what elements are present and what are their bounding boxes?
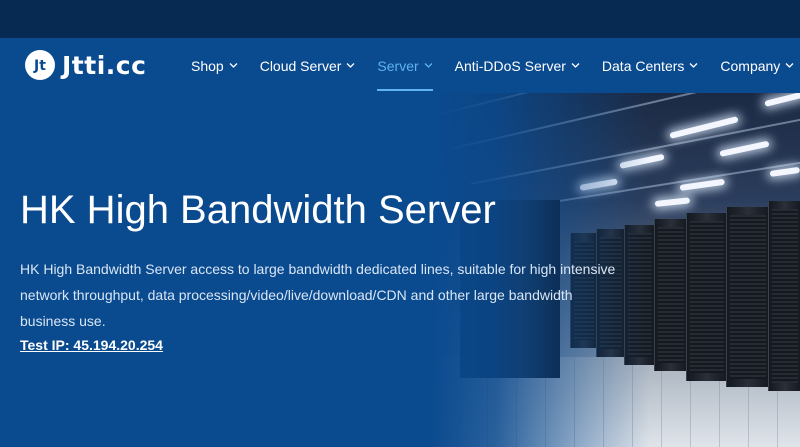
nav-item-company[interactable]: Company — [709, 38, 800, 93]
logo[interactable]: Jt Jtti.cc — [25, 50, 146, 80]
nav-item-shop[interactable]: Shop — [180, 38, 249, 93]
hero-title: HK High Bandwidth Server — [20, 188, 496, 232]
chevron-down-icon — [785, 61, 794, 70]
logo-text: Jtti.cc — [62, 50, 147, 80]
svg-text:Jt: Jt — [33, 58, 46, 74]
nav-item-cloud-server[interactable]: Cloud Server — [249, 38, 367, 93]
nav-item-label: Shop — [191, 57, 224, 74]
nav-item-label: Cloud Server — [259, 57, 342, 74]
nav-item-anti-ddos-server[interactable]: Anti-DDoS Server — [444, 38, 591, 93]
nav-item-data-centers[interactable]: Data Centers — [591, 38, 709, 93]
main-nav: Shop Cloud Server Server Anti-DDoS Serve… — [180, 38, 800, 93]
nav-item-label: Anti-DDoS Server — [454, 57, 566, 74]
chevron-down-icon — [571, 61, 580, 70]
nav-item-server[interactable]: Server — [366, 38, 443, 93]
page: Jt Jtti.cc Shop Cloud Server Server Anti… — [0, 0, 800, 447]
hero-description: HK High Bandwidth Server access to large… — [20, 261, 616, 329]
nav-item-label: Company — [720, 57, 781, 74]
navbar: Jt Jtti.cc Shop Cloud Server Server Anti… — [0, 38, 800, 93]
chevron-down-icon — [689, 61, 698, 70]
chevron-down-icon — [346, 61, 355, 70]
nav-item-label: Data Centers — [601, 57, 685, 74]
test-ip-link[interactable]: Test IP: 45.194.20.254 — [20, 337, 163, 353]
top-strip — [0, 0, 800, 38]
chevron-down-icon — [424, 61, 433, 70]
logo-mark-icon: Jt — [25, 50, 55, 80]
chevron-down-icon — [229, 61, 238, 70]
nav-item-label: Server — [377, 57, 419, 74]
